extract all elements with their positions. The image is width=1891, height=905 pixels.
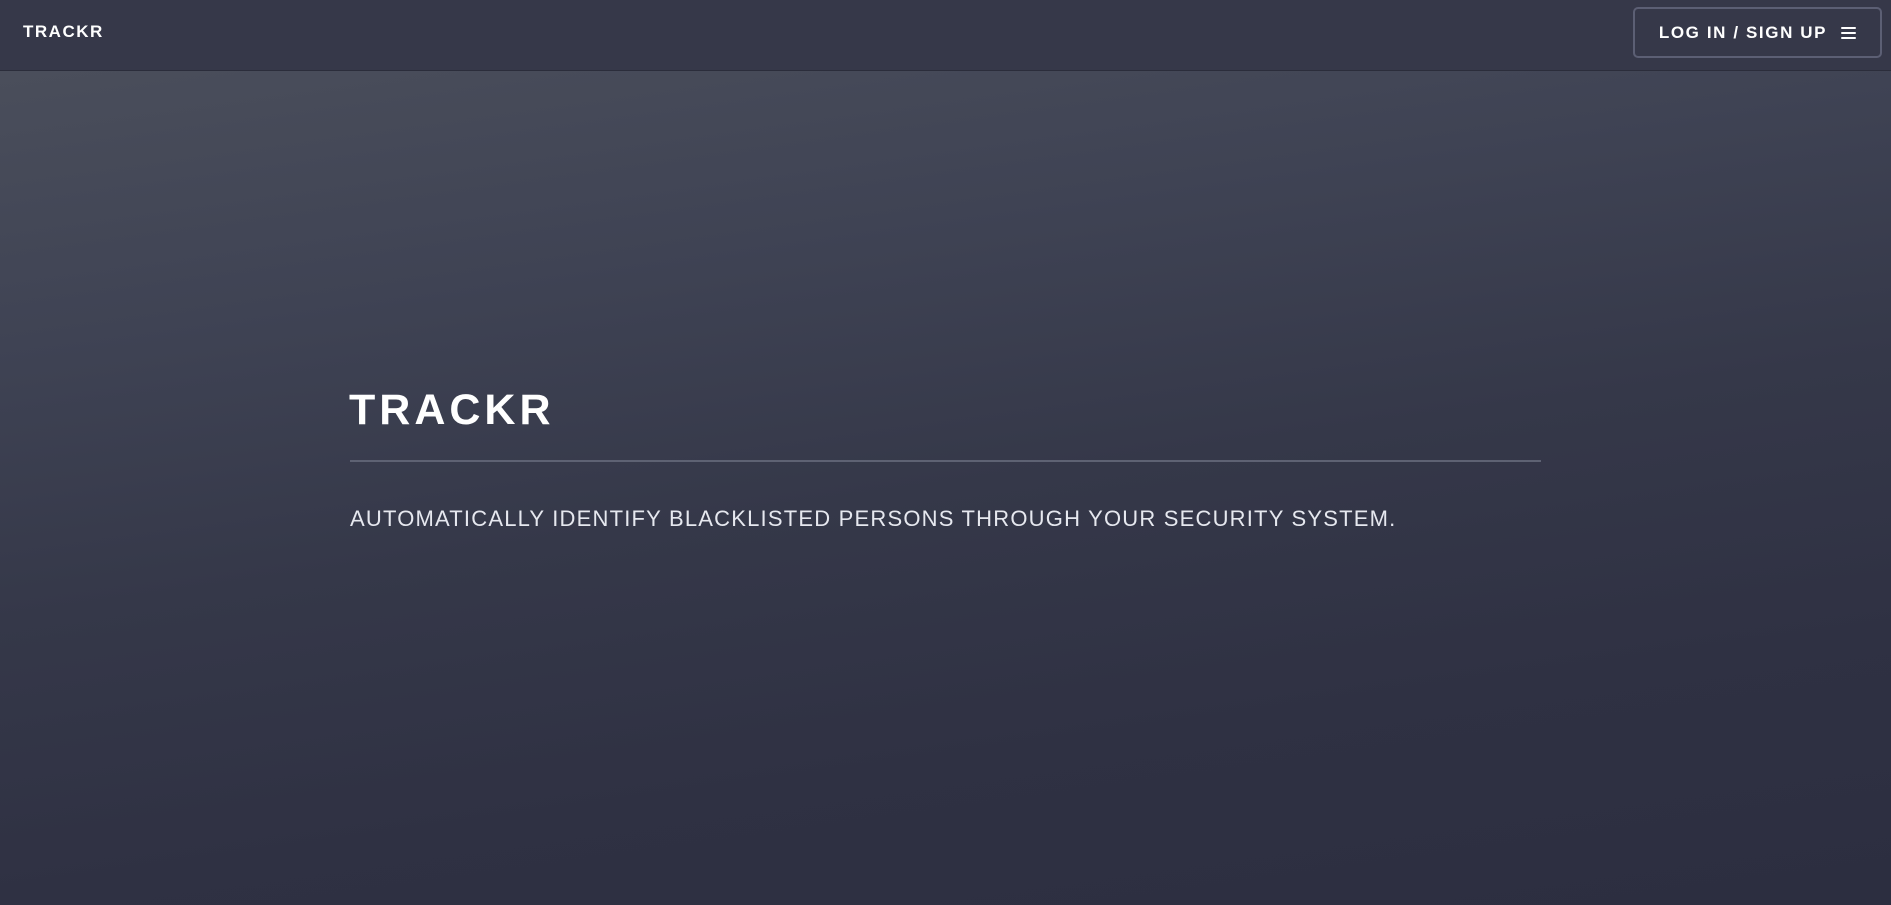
- hamburger-menu-icon: [1841, 26, 1857, 39]
- hero-section: [0, 71, 1891, 905]
- hero-title: TRACKR: [349, 386, 555, 434]
- top-navbar: TRACKR LOG IN / SIGN UP: [0, 0, 1891, 71]
- login-signup-label: LOG IN / SIGN UP: [1658, 22, 1828, 42]
- hero-subtitle: AUTOMATICALLY IDENTIFY BLACKLISTED PERSO…: [350, 506, 1397, 531]
- hero-divider: [350, 460, 1541, 462]
- login-signup-button[interactable]: LOG IN / SIGN UP: [1633, 7, 1882, 58]
- brand-link[interactable]: TRACKR: [23, 22, 104, 42]
